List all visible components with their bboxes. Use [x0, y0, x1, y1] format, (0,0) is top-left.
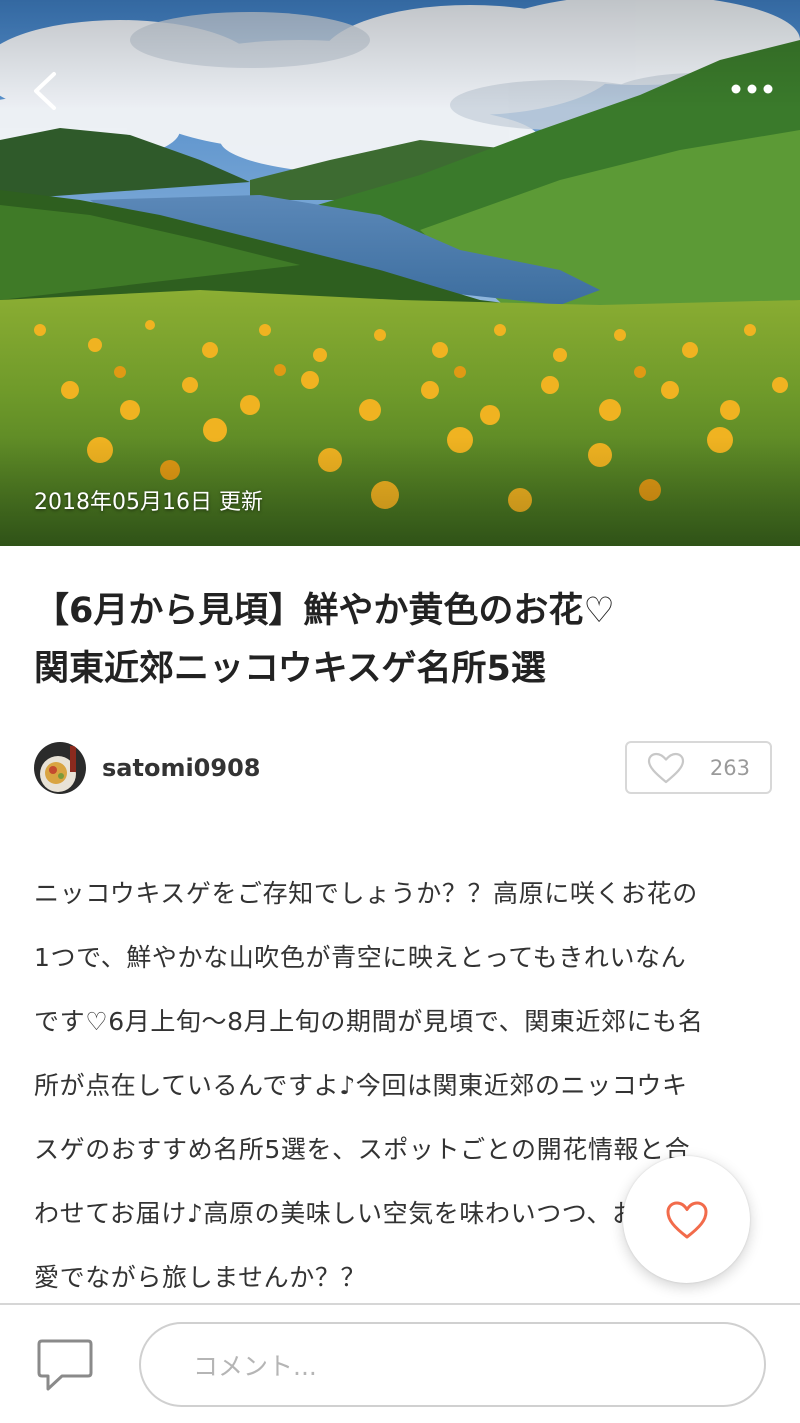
more-options-button[interactable]: [728, 74, 776, 104]
article-page: 2018年05月16日 更新 【6月から見頃】鮮やか黄色のお花♡ 関東近郊ニッコ…: [0, 0, 800, 1423]
avatar: [34, 742, 86, 794]
like-count: 263: [709, 756, 750, 780]
comment-input[interactable]: コメント...: [139, 1322, 766, 1407]
landscape-photo: [0, 0, 800, 546]
speech-bubble-icon: [37, 1339, 93, 1391]
hero-image: 2018年05月16日 更新: [0, 0, 800, 546]
heart-outline-icon: [647, 752, 685, 783]
avatar-image: [34, 742, 86, 794]
article-title: 【6月から見頃】鮮やか黄色のお花♡ 関東近郊ニッコウキスゲ名所5選: [34, 582, 774, 698]
floating-like-button[interactable]: [623, 1156, 750, 1283]
body-line: 1つで、鮮やかな山吹色が青空に映えとってもきれいなん: [34, 943, 687, 972]
body-line: 所が点在しているんですよ♪今回は関東近郊のニッコウキ: [34, 1071, 688, 1100]
comment-bar: コメント...: [0, 1303, 800, 1423]
author-link[interactable]: satomi0908: [34, 741, 260, 795]
article-title-line: 関東近郊ニッコウキスゲ名所5選: [34, 649, 546, 689]
updated-date: 2018年05月16日 更新: [34, 490, 263, 515]
comment-button[interactable]: [36, 1337, 94, 1393]
like-count-button[interactable]: 263: [625, 741, 772, 794]
article-title-line: 【6月から見頃】鮮やか黄色のお花♡: [34, 591, 615, 631]
chevron-left-icon: [34, 72, 56, 110]
body-line: ニッコウキスゲをご存知でしょうか？？高原に咲くお花の: [34, 879, 698, 908]
author-name: satomi0908: [102, 754, 261, 782]
body-line: です♡6月上旬〜8月上旬の期間が見頃で、関東近郊にも名: [34, 1007, 704, 1036]
heart-icon: [666, 1201, 707, 1238]
back-button[interactable]: [24, 66, 68, 116]
more-dots-icon: [731, 84, 773, 94]
